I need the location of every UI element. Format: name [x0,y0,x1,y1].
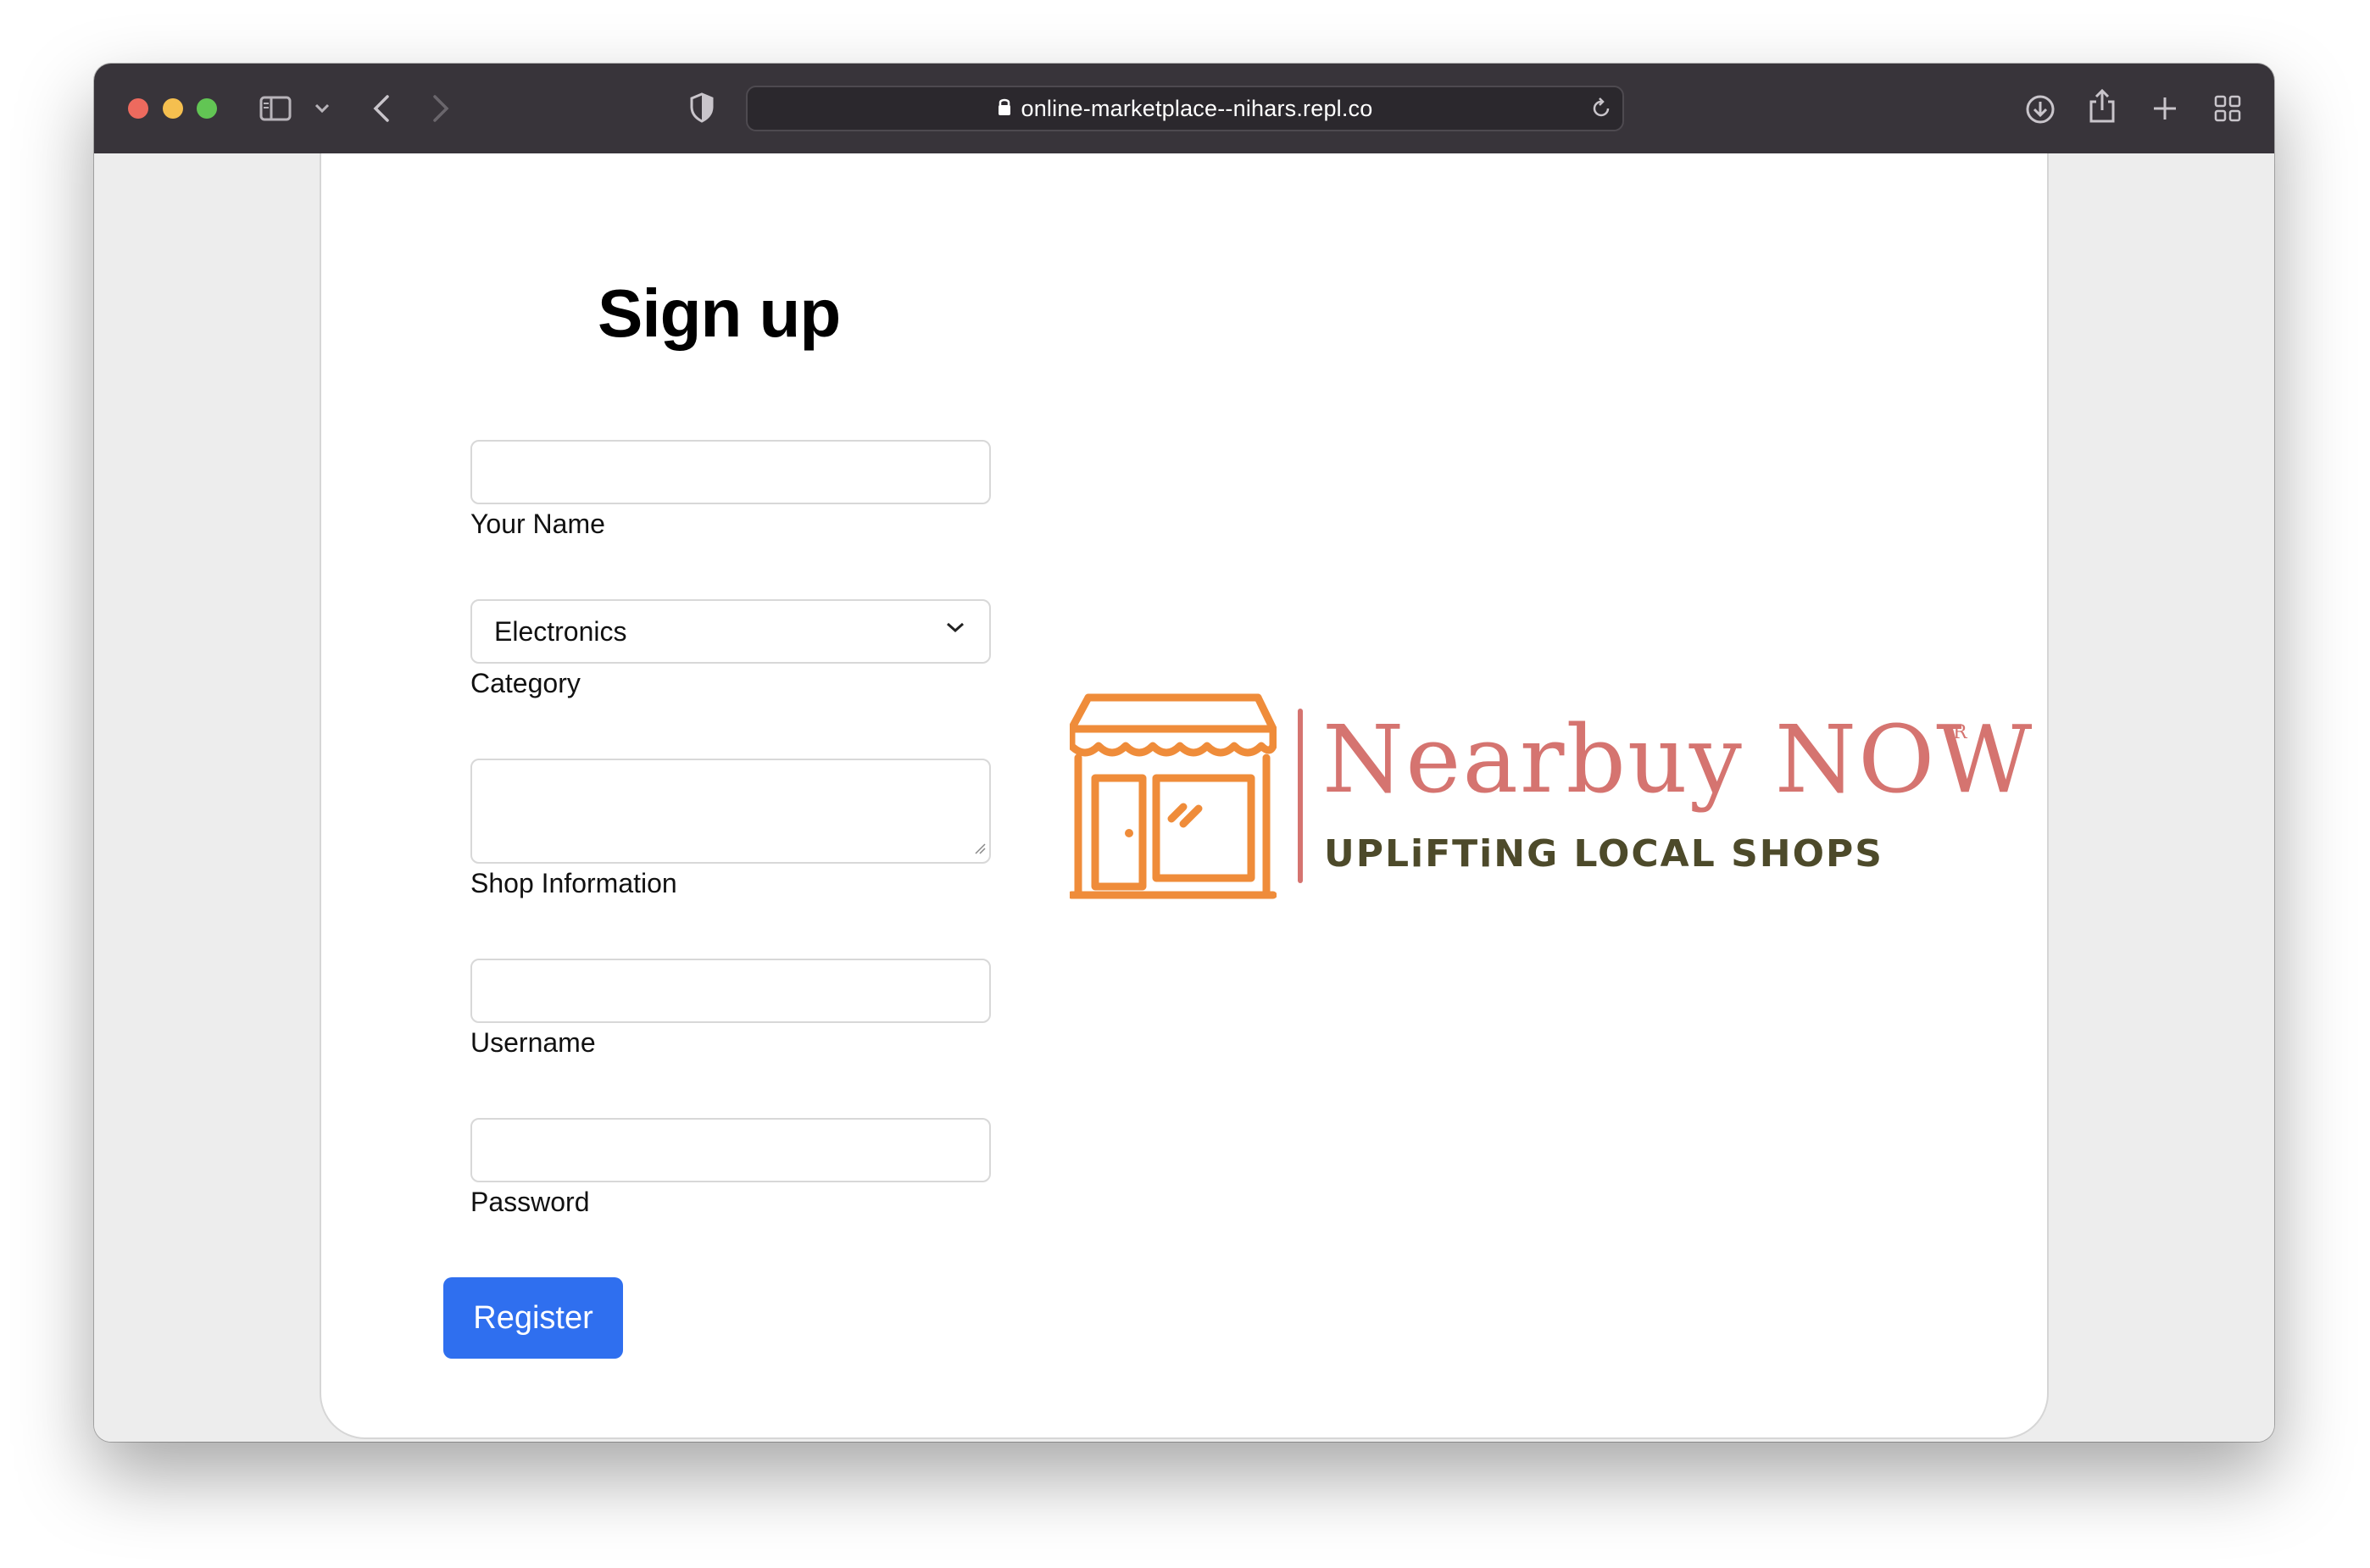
shop-information-label: Shop Information [470,868,677,898]
password-label: Password [470,1187,590,1217]
shop-information-textarea[interactable] [470,759,991,864]
signup-page: Sign up Your Name Electronics Category S… [0,0,2370,1568]
logo-divider [1298,709,1303,883]
register-button[interactable]: Register [443,1277,623,1359]
chevron-down-icon [945,621,965,637]
your-name-label: Your Name [470,509,605,539]
storefront-icon [1070,693,1277,899]
category-selected-value: Electronics [494,615,627,647]
category-select[interactable]: Electronics [470,599,991,664]
brand-name: Nearbuy NOW [1322,705,2034,814]
brand-tagline: UPLiFTiNG LOCAL SHOPS [1324,832,1883,876]
resize-grip-icon[interactable] [974,842,986,859]
username-input[interactable] [470,959,991,1023]
your-name-input[interactable] [470,440,991,504]
registered-mark: R [1953,722,1967,743]
username-label: Username [470,1027,596,1058]
page-title: Sign up [598,275,841,351]
password-input[interactable] [470,1118,991,1182]
category-label: Category [470,668,581,698]
